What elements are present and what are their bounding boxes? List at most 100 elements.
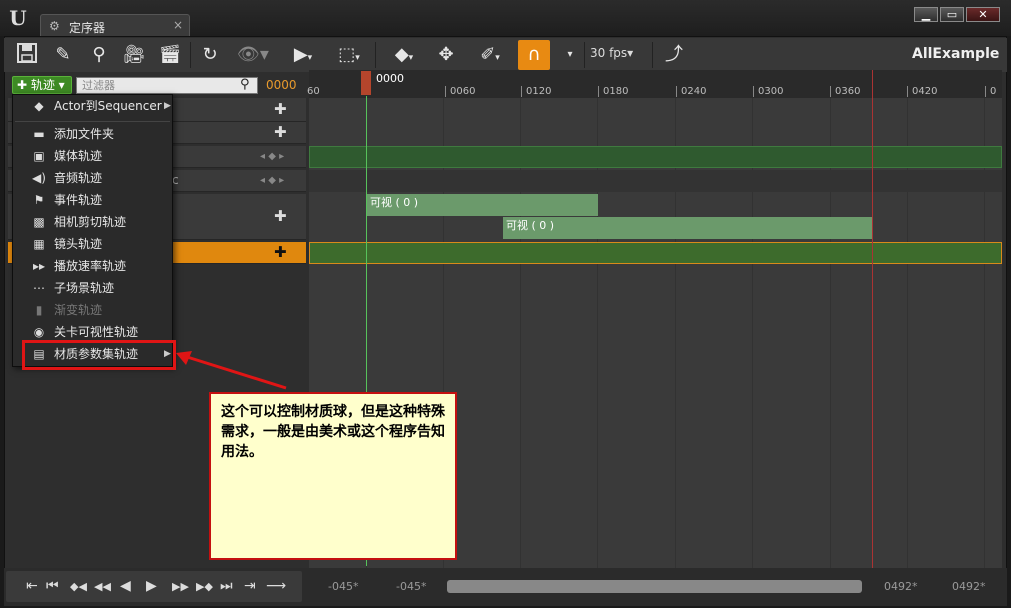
tick-label: 0 [985, 86, 996, 97]
sequencer-icon: ⚙ [49, 19, 60, 33]
timeline-scrollbar[interactable] [447, 580, 862, 593]
speaker-icon: ◀) [32, 171, 46, 185]
timeline-track-bar[interactable] [309, 146, 1002, 168]
subscene-icon: ⋯ [33, 281, 45, 295]
save-as-icon[interactable]: ✎ [50, 42, 76, 68]
pencil-icon[interactable]: ✐▾ [470, 42, 510, 68]
callout-text: 这个可以控制材质球，但是这种特殊需求，一般是由美术或这个程序告知用法。 [221, 404, 445, 460]
menu-item-media-track[interactable]: ▣ 媒体轨迹 [13, 145, 172, 167]
add-icon[interactable]: ✚ [274, 207, 287, 225]
tick-label: 0300 [753, 86, 783, 97]
tab-label: 定序器 [69, 21, 106, 35]
folder-icon: ▬ [33, 127, 45, 141]
add-icon[interactable]: ✚ [274, 100, 287, 118]
view-range-end[interactable]: 0492* [952, 580, 986, 593]
timeline-track-bar[interactable] [309, 170, 1002, 192]
time-ruler[interactable]: 60 0060 0120 0180 0240 0300 0360 0420 0 [307, 70, 1002, 98]
tick-label: 0240 [676, 86, 706, 97]
menu-item-camera-cut-track[interactable]: ▩ 相机剪切轨迹 [13, 211, 172, 233]
tab-close-icon[interactable]: × [173, 18, 183, 32]
menu-item-audio-track[interactable]: ◀) 音频轨迹 [13, 167, 172, 189]
menu-item-event-track[interactable]: ⚑ 事件轨迹 [13, 189, 172, 211]
keyframe-nav-icon[interactable]: ✥ [432, 42, 460, 68]
minimize-button[interactable]: ▁ [914, 7, 938, 22]
playhead-handle[interactable] [361, 71, 371, 95]
view-range-start[interactable]: -045* [328, 580, 358, 593]
tab-sequencer[interactable]: ⚙ 定序器 × [40, 14, 190, 36]
clapper-icon[interactable]: 🎬︎ [157, 42, 183, 68]
add-icon[interactable]: ✚ [274, 243, 287, 261]
keyframe-nav-icon[interactable]: ◂ ◆ ▸ [260, 175, 284, 186]
play-icon[interactable]: ▶▾ [288, 42, 318, 68]
keyframe-nav-icon[interactable]: ◂ ◆ ▸ [260, 151, 284, 162]
menu-item-label: 渐变轨迹 [54, 303, 103, 317]
maximize-button[interactable]: ▭ [940, 7, 964, 22]
menu-separator [15, 121, 170, 122]
playback-end-marker[interactable] [872, 70, 873, 570]
grid-line [830, 98, 831, 568]
filter-input[interactable]: 过滤器 [76, 77, 258, 94]
transport-controls: ⇤ ⏮ ◆◀ ◀◀ ◀ ▶ ▶▶ ▶◆ ⏭ ⇥ ⟶ [6, 571, 302, 602]
play-forward-icon[interactable]: ▶ [146, 571, 157, 602]
menu-item-label: 添加文件夹 [54, 127, 115, 141]
toolbar: ✎ ⚲ 🎥︎ 🎬︎ ↻ 👁︎▾ ▶▾ ⬚▾ ◆▾ ✥ ✐▾ ▾ ⤴ [4, 38, 1007, 72]
menu-item-subscene-track[interactable]: ⋯ 子场景轨迹 [13, 277, 172, 299]
step-to-end-icon[interactable]: ⏭ [220, 571, 233, 602]
eye-icon[interactable]: 👁︎▾ [234, 42, 272, 68]
unreal-logo-icon: U [9, 6, 27, 30]
camera-cut-icon: ▩ [33, 215, 45, 229]
grid-line [984, 98, 985, 568]
menu-item-label: 镜头轨迹 [54, 237, 103, 251]
working-range-start[interactable]: -045* [396, 580, 426, 593]
frame-readout[interactable]: 0000 [266, 78, 297, 92]
menu-item-label: 播放速率轨迹 [54, 259, 127, 273]
menu-item-fade-track: ▮ 渐变轨迹 [13, 299, 172, 321]
annotation-callout: 这个可以控制材质球，但是这种特殊需求，一般是由美术或这个程序告知用法。 [209, 392, 457, 560]
magnet-dropdown[interactable]: ▾ [560, 42, 580, 68]
annotation-highlight-box [22, 340, 176, 370]
menu-item-play-rate-track[interactable]: ▸▸ 播放速率轨迹 [13, 255, 172, 277]
search-icon[interactable]: ⚲ [86, 42, 112, 68]
step-to-start-icon[interactable]: ⏮ [46, 571, 59, 602]
curve-icon[interactable]: ⤴ [660, 42, 688, 68]
jump-to-end-icon[interactable]: ⇥ [244, 571, 256, 602]
menu-item-actor-to-sequencer[interactable]: ◆ Actor到Sequencer ▶ [13, 95, 172, 117]
select-icon[interactable]: ⬚▾ [334, 42, 364, 68]
toolbar-separator [652, 42, 653, 68]
camera-icon[interactable]: 🎥︎ [120, 42, 148, 68]
working-range-end[interactable]: 0492* [884, 580, 918, 593]
prev-keyframe-icon[interactable]: ◆◀ [70, 571, 87, 602]
keyframe-icon[interactable]: ◆▾ [384, 42, 424, 68]
visibility-section[interactable]: 可视 ( 0 ) [367, 194, 598, 216]
step-back-icon[interactable]: ◀◀ [94, 571, 111, 602]
loop-icon[interactable]: ⟶ [266, 571, 286, 602]
toolbar-separator [375, 42, 376, 68]
step-forward-icon[interactable]: ▶▶ [172, 571, 189, 602]
grid-line [520, 98, 521, 568]
visibility-section[interactable]: 可视 ( 0 ) [503, 217, 873, 239]
tick-label: 0420 [907, 86, 937, 97]
menu-item-label: Actor到Sequencer [54, 99, 162, 113]
save-icon[interactable] [14, 42, 40, 68]
close-button[interactable]: ✕ [966, 7, 1000, 22]
play-reverse-icon[interactable]: ◀ [120, 571, 131, 602]
fade-icon: ▮ [35, 303, 43, 317]
grid-line [597, 98, 598, 568]
timeline-track-bar-selected[interactable] [309, 242, 1002, 264]
jump-to-start-icon[interactable]: ⇤ [26, 571, 38, 602]
menu-item-add-folder[interactable]: ▬ 添加文件夹 [13, 123, 172, 145]
actor-icon: ◆ [34, 99, 44, 113]
film-icon: ▦ [33, 237, 45, 251]
magnet-icon[interactable]: ∩ [518, 40, 550, 70]
menu-item-shot-track[interactable]: ▦ 镜头轨迹 [13, 233, 172, 255]
filter-search-icon[interactable]: ⚲ [240, 77, 250, 92]
next-keyframe-icon[interactable]: ▶◆ [196, 571, 213, 602]
toolbar-separator [190, 42, 191, 68]
refresh-icon[interactable]: ↻ [197, 42, 223, 68]
menu-item-label: 相机剪切轨迹 [54, 215, 127, 229]
add-track-button[interactable]: ✚ 轨迹 ▾ [12, 76, 72, 94]
project-name: AllExample [912, 46, 1000, 62]
fps-dropdown[interactable]: 30 fps▾ [590, 46, 633, 60]
grid-line [907, 98, 908, 568]
add-icon[interactable]: ✚ [274, 123, 287, 141]
